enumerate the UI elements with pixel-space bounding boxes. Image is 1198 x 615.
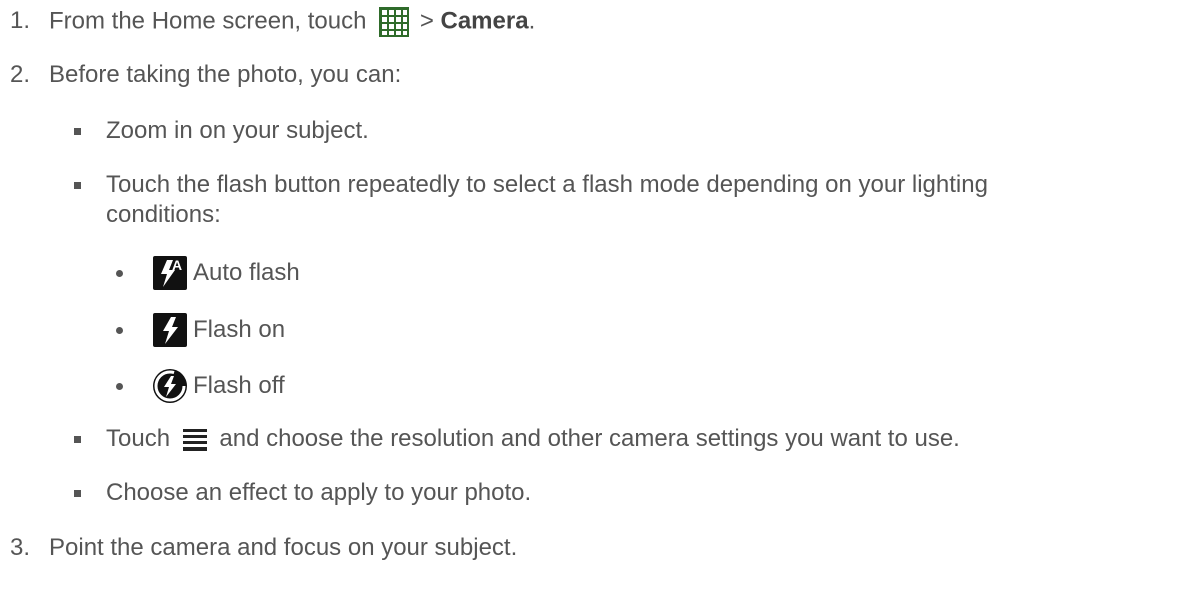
camera-label: Camera xyxy=(440,7,529,35)
step-number: 2. xyxy=(10,61,31,88)
apps-grid-icon[interactable] xyxy=(379,7,410,37)
menu-icon[interactable] xyxy=(182,428,207,451)
flash-on-icon xyxy=(153,313,187,347)
step-2-text: Before taking the photo, you can: xyxy=(49,61,402,88)
sub-item-text: Touch the flash button repeatedly to sel… xyxy=(106,171,988,198)
step-number: 1. xyxy=(10,7,31,34)
step-1-pre: From the Home screen, touch xyxy=(49,7,367,35)
sub-item-menu-post: and choose the resolution and other came… xyxy=(219,425,960,452)
sub-item-menu-pre: Touch xyxy=(106,425,171,452)
step-number: 3. xyxy=(10,534,31,561)
bullet xyxy=(74,436,81,443)
bullet xyxy=(116,270,123,277)
step-1-sep: > xyxy=(419,7,434,35)
step-1-text: From the Home screen, touch > Camera. xyxy=(49,7,535,37)
auto-flash-icon: A xyxy=(153,256,187,290)
bullet xyxy=(74,490,81,497)
sub-item-text: Choose an effect to apply to your photo. xyxy=(106,479,532,506)
bullet xyxy=(116,383,123,390)
step-3-text: Point the camera and focus on your subje… xyxy=(49,534,518,561)
bullet xyxy=(74,128,81,135)
flash-off-icon xyxy=(153,369,187,403)
flash-mode-label: Flash on xyxy=(193,316,286,343)
sub-item-text: conditions: xyxy=(106,201,221,228)
flash-mode-label: Auto flash xyxy=(193,259,300,286)
sub-item-text: Touch and choose the resolution and othe… xyxy=(106,425,960,453)
step-1-post: . xyxy=(528,7,536,35)
flash-mode-label: Flash off xyxy=(193,372,285,399)
svg-text:A: A xyxy=(172,257,182,273)
bullet xyxy=(116,327,123,334)
sub-item-text: Zoom in on your subject. xyxy=(106,117,369,144)
bullet xyxy=(74,182,81,189)
